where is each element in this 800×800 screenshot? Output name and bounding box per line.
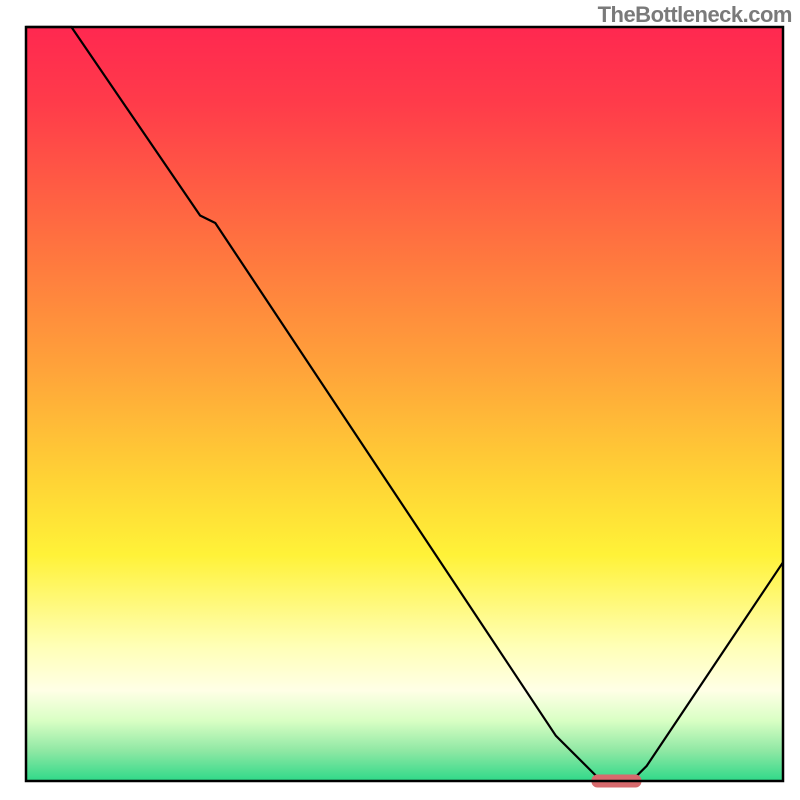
chart-canvas — [0, 0, 800, 800]
chart-background — [26, 27, 783, 781]
bottleneck-chart: TheBottleneck.com — [0, 0, 800, 800]
